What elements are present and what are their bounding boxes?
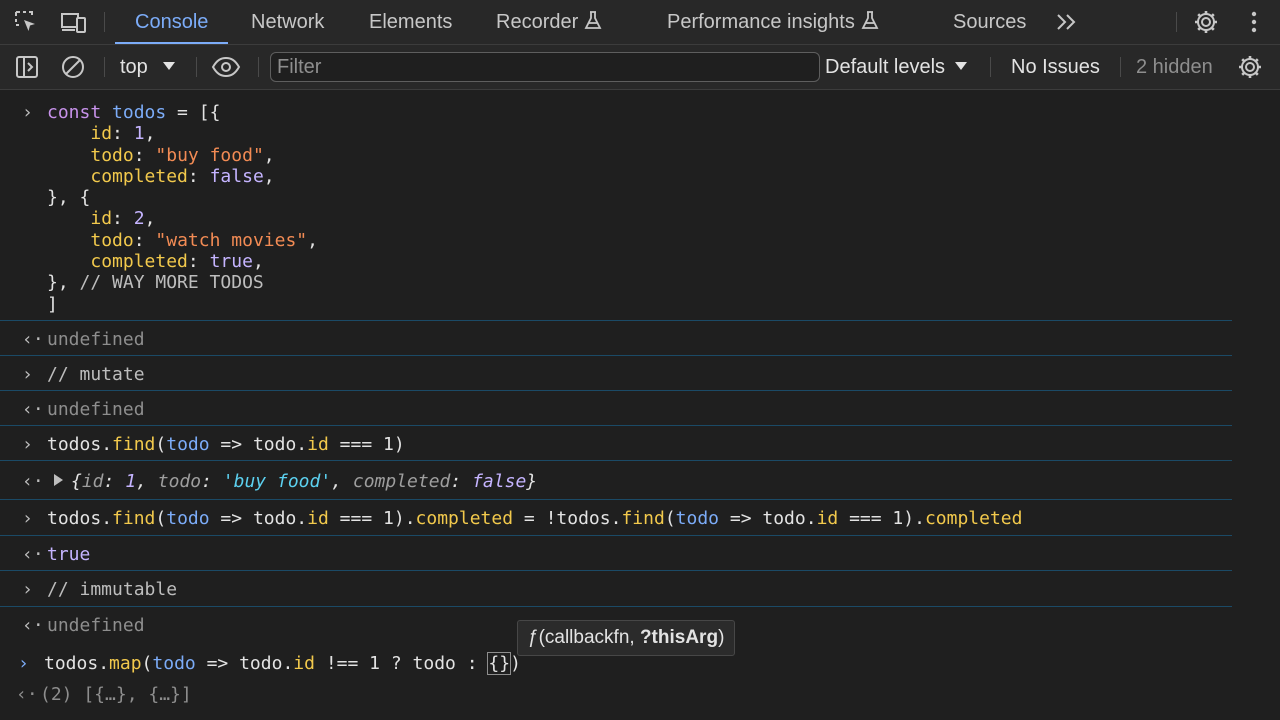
- prompt-input-text[interactable]: todos.map(todo => todo.id !== 1 ? todo :…: [44, 652, 521, 675]
- flask-icon: [584, 2, 602, 46]
- prompt-caret-icon: ›: [18, 653, 29, 674]
- tab-performance-insights-label: Performance insights: [667, 11, 855, 33]
- expand-triangle-icon[interactable]: [54, 474, 63, 486]
- device-toolbar-icon[interactable]: [60, 8, 88, 36]
- result-arrow-icon: ‹·: [22, 399, 44, 420]
- code-line: // immutable: [47, 579, 178, 600]
- console-input-entry: › todos.find(todo => todo.id === 1).comp…: [0, 500, 1232, 536]
- more-options-icon[interactable]: [1240, 8, 1268, 36]
- result-arrow-icon: ‹·: [22, 615, 44, 636]
- tab-elements[interactable]: Elements: [369, 0, 452, 44]
- object-preview[interactable]: {id: 1, todo: 'buy food', completed: fal…: [54, 471, 537, 492]
- input-prompt-icon: ›: [22, 364, 33, 385]
- input-prompt-icon: ›: [22, 508, 33, 529]
- result-value: undefined: [47, 329, 145, 350]
- console-result-entry: ‹· undefined: [0, 391, 1232, 426]
- input-prompt-icon: ›: [22, 434, 33, 455]
- settings-gear-icon[interactable]: [1192, 8, 1220, 36]
- devtools-tab-bar: Console Network Elements Recorder Perfor…: [0, 0, 1280, 45]
- log-levels-dropdown[interactable]: Default levels: [825, 45, 967, 89]
- log-levels-label: Default levels: [825, 56, 946, 78]
- divider: [990, 57, 991, 77]
- sidebar-toggle-icon[interactable]: [14, 53, 40, 81]
- chevron-down-icon: [163, 62, 176, 70]
- flask-icon: [861, 2, 879, 46]
- code-line: // mutate: [47, 364, 145, 385]
- result-arrow-icon: ‹·: [22, 471, 44, 492]
- divider: [1176, 12, 1177, 32]
- result-arrow-icon: ‹·: [22, 544, 44, 565]
- input-prompt-icon: ›: [22, 102, 33, 123]
- eager-eval-preview: ‹· (2) [{…}, {…}]: [0, 680, 1232, 710]
- tab-recorder-label: Recorder: [496, 11, 579, 33]
- divider: [196, 57, 197, 77]
- tab-sources[interactable]: Sources: [953, 0, 1026, 44]
- context-selector[interactable]: top: [120, 45, 176, 89]
- live-expression-eye-icon[interactable]: [211, 53, 241, 81]
- chevron-down-icon: [954, 62, 967, 70]
- code-line: todos.find(todo => todo.id === 1): [47, 434, 405, 455]
- issues-button[interactable]: No Issues: [1011, 45, 1100, 89]
- hidden-count: 2 hidden: [1136, 56, 1213, 78]
- code-block: const todos = [{ id: 1, todo: "buy food"…: [47, 102, 318, 315]
- console-input-entry: › // mutate: [0, 356, 1232, 391]
- console-input-entry: › const todos = [{ id: 1, todo: "buy foo…: [0, 90, 1232, 321]
- tab-recorder[interactable]: Recorder: [496, 0, 602, 44]
- code-line: todos.find(todo => todo.id === 1).comple…: [47, 508, 1023, 529]
- console-result-entry: ‹· true: [0, 536, 1232, 571]
- result-value: undefined: [47, 399, 145, 420]
- input-prompt-icon: ›: [22, 579, 33, 600]
- console-result-entry: ‹· {id: 1, todo: 'buy food', completed: …: [0, 461, 1232, 500]
- result-value: true: [47, 544, 91, 565]
- filter-input[interactable]: [270, 52, 820, 82]
- function-signature-tooltip: ƒ(callbackfn, ?thisArg): [517, 620, 736, 656]
- divider: [104, 57, 105, 77]
- tab-console[interactable]: Console: [114, 0, 229, 44]
- console-result-entry: ‹· undefined: [0, 321, 1232, 356]
- divider: [104, 12, 105, 32]
- clear-console-icon[interactable]: [60, 53, 86, 81]
- more-tabs-icon[interactable]: [1053, 8, 1081, 36]
- context-selector-label: top: [120, 56, 148, 78]
- tab-network[interactable]: Network: [251, 0, 324, 44]
- result-arrow-icon: ‹·: [16, 684, 38, 705]
- console-input-entry: › todos.find(todo => todo.id === 1): [0, 426, 1232, 461]
- divider: [258, 57, 259, 77]
- result-value: undefined: [47, 615, 145, 636]
- divider: [1120, 57, 1121, 77]
- console-settings-gear-icon[interactable]: [1237, 53, 1263, 81]
- inspect-element-icon[interactable]: [12, 8, 40, 36]
- eager-eval-value: (2) [{…}, {…}]: [40, 684, 192, 705]
- tab-performance-insights[interactable]: Performance insights: [667, 0, 879, 44]
- console-input-entry: › // immutable: [0, 571, 1232, 607]
- result-arrow-icon: ‹·: [22, 329, 44, 350]
